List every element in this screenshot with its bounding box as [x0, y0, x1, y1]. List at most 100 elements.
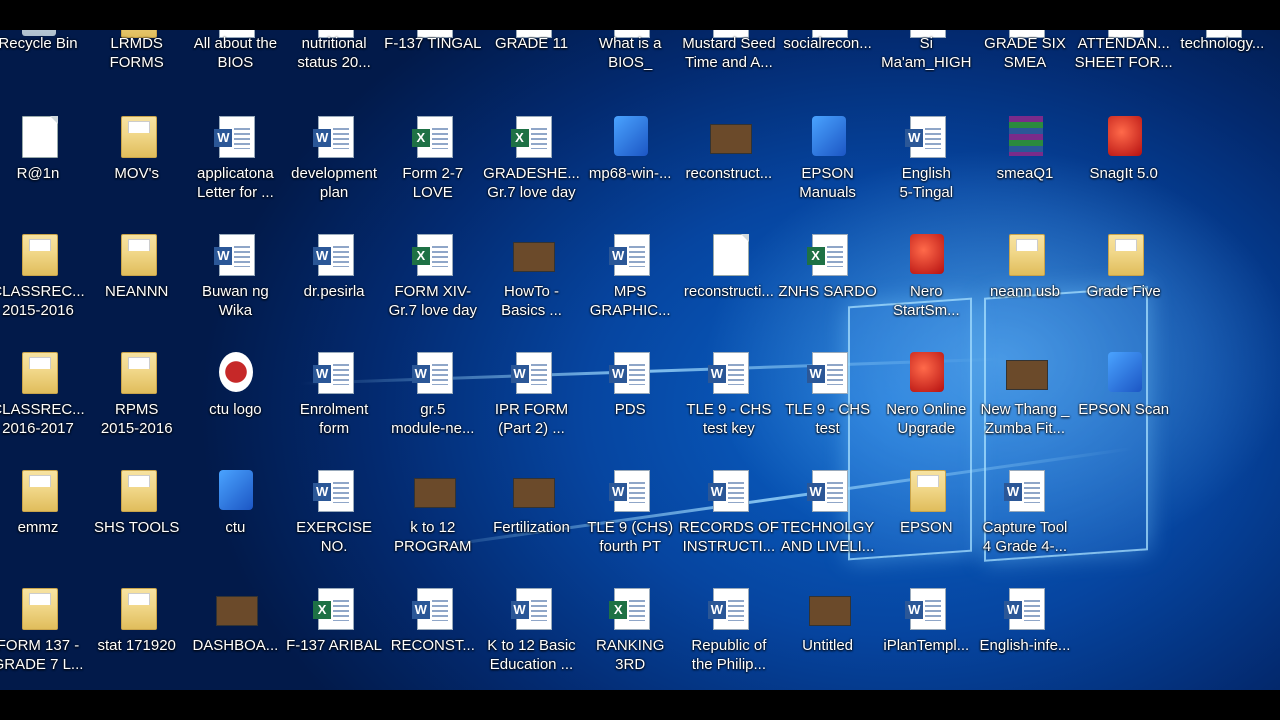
desktop-icon[interactable]: FORM 137 - GRADE 7 L...	[0, 588, 87, 690]
desktop-icon[interactable]: Wtechnology...	[1173, 30, 1271, 132]
word-doc-icon: W	[806, 470, 848, 512]
folder-icon	[1009, 234, 1045, 276]
desktop-icon[interactable]: W TLE 9 - CHS test	[779, 352, 877, 462]
desktop-icon[interactable]: W RECORDS OF INSTRUCTI...	[679, 470, 779, 580]
desktop-icon-label: ctu	[225, 519, 246, 536]
desktop-icon[interactable]: stat 171920	[88, 588, 186, 690]
desktop-icon[interactable]: CLASSREC... 2015-2016	[0, 234, 87, 344]
desktop-icon[interactable]: Wgr.5 module-ne...	[384, 352, 482, 462]
desktop-icon-label: English 5-Tingal	[899, 165, 954, 201]
excel-sheet-icon: X	[510, 116, 552, 158]
desktop-icon[interactable]: X RANKING 3RD	[581, 588, 679, 690]
desktop-icon[interactable]: NEANNN	[88, 234, 186, 344]
desktop-icon[interactable]: SnagIt 5.0	[1075, 116, 1173, 226]
desktop-icon-label: dr.pesirla	[303, 283, 365, 300]
desktop-icon[interactable]: EPSON Scan	[1075, 352, 1173, 462]
desktop-icon[interactable]: W Enrolment form	[285, 352, 383, 462]
desktop-icon[interactable]: EPSON Manuals	[779, 116, 877, 226]
image-file-icon	[512, 478, 555, 508]
desktop-icon-label: All about the BIOS	[193, 35, 278, 71]
logo-image-icon	[219, 352, 254, 392]
desktop-icon[interactable]: CLASSREC... 2016-2017	[0, 352, 87, 462]
desktop-icon[interactable]: W English 5-Tingal	[877, 116, 975, 226]
desktop-icon[interactable]: Fertilization	[483, 470, 581, 580]
desktop-icon-label: TLE 9 (CHS) fourth PT	[587, 519, 674, 555]
desktop-icon[interactable]: Wdevelopment plan	[285, 116, 383, 226]
desktop-icon[interactable]: W Buwan ng Wika	[186, 234, 284, 344]
word-doc-icon: W	[214, 116, 256, 158]
desktop-icon[interactable]: EPSON	[877, 470, 975, 580]
desktop-icon[interactable]: MOV's	[88, 116, 186, 226]
desktop-icon[interactable]: W Capture Tool 4 Grade 4-...	[976, 470, 1074, 580]
folder-icon	[120, 352, 157, 394]
desktop-icon[interactable]: smeaQ1	[976, 116, 1074, 226]
desktop-icon[interactable]: W TLE 9 (CHS) fourth PT	[581, 470, 679, 580]
desktop-icon[interactable]: Wdr.pesirla	[285, 234, 383, 344]
desktop-icon[interactable]: W English-infe...	[976, 588, 1074, 690]
desktop-icon[interactable]: RPMS 2015-2016	[88, 352, 186, 462]
desktop-icon[interactable]: HowTo - Basics ...	[483, 234, 581, 344]
desktop-icon[interactable]: emmz	[0, 470, 87, 580]
desktop-icon-label: SHS TOOLS	[94, 519, 180, 536]
desktop-icon-label: TECHNOLGY AND LIVELI...	[780, 519, 875, 555]
desktop-icon[interactable]: Grade Five	[1075, 234, 1173, 344]
desktop-icon[interactable]: DASHBOA...	[186, 588, 284, 690]
desktop-icon-label: Untitled	[802, 637, 854, 654]
desktop-icon[interactable]: W MPS GRAPHIC...	[581, 234, 679, 344]
folder-icon	[22, 234, 58, 276]
desktop-icon[interactable]: W PDS	[581, 352, 679, 462]
desktop-icon-label: Recycle Bin	[0, 35, 78, 52]
desktop-icon[interactable]: reconstructi...	[680, 234, 778, 344]
desktop-icon-label: Buwan ng Wika	[202, 283, 269, 319]
desktop-icon[interactable]: mp68-win-...	[581, 116, 679, 226]
desktop-icon[interactable]: W TECHNOLGY AND LIVELI...	[779, 470, 877, 580]
desktop-icon[interactable]: X F-137 ARIBAL	[285, 588, 383, 690]
desktop-icon-label: emmz	[17, 519, 59, 536]
desktop-background: Recycle Bin LRMDS FORMS W All about the BIO…	[0, 30, 1280, 690]
desktop-icon[interactable]: R@1n	[0, 116, 87, 226]
desktop-icon[interactable]: W Republic of the Philip...	[680, 588, 778, 690]
desktop-icon-label: GRADE 11	[494, 35, 569, 52]
app-icon	[1107, 116, 1142, 156]
desktop-icon[interactable]: W RECONST...	[384, 588, 482, 690]
desktop-icon[interactable]: Nero Online Upgrade	[877, 352, 975, 462]
desktop-icon[interactable]: ctu	[186, 470, 284, 580]
desktop-icon[interactable]: W EXERCISE NO. 5	[285, 470, 383, 580]
word-doc-icon: W	[214, 234, 256, 276]
word-doc-icon: W	[609, 470, 651, 512]
folder-icon	[22, 352, 58, 394]
desktop-icon-label: Nero StartSm...	[892, 283, 960, 319]
desktop-icon[interactable]: Nero StartSm...	[877, 234, 975, 344]
desktop-icon[interactable]: W K to 12 Basic Education ...	[483, 588, 581, 690]
desktop-icon[interactable]: X Form 2-7 LOVE	[384, 116, 482, 226]
desktop-icon-label: MPS GRAPHIC...	[589, 283, 671, 319]
desktop-icon-label: ZNHS SARDO	[778, 283, 877, 300]
desktop-icon[interactable]: W TLE 9 - CHS test key	[680, 352, 778, 462]
image-file-icon	[216, 596, 259, 626]
desktop-icon[interactable]: X FORM XIV- Gr.7 love day	[384, 234, 482, 344]
desktop-icon[interactable]: reconstruct...	[680, 116, 778, 226]
word-doc-icon: W	[609, 352, 651, 394]
desktop-icon-label: stat 171920	[97, 637, 176, 654]
desktop-icon[interactable]: New Thang _ Zumba Fit...	[976, 352, 1074, 462]
desktop-icon-label: development plan	[291, 165, 378, 201]
folder-icon	[22, 588, 58, 630]
desktop-icon[interactable]: ctu logo	[186, 352, 284, 462]
desktop-icon[interactable]: W IPR FORM (Part 2) ...	[483, 352, 581, 462]
desktop-icon[interactable]: k to 12 PROGRAM	[384, 470, 482, 580]
desktop-icon[interactable]: X GRADESHE... Gr.7 love day	[483, 116, 581, 226]
desktop-icon-label: TLE 9 - CHS test	[785, 401, 871, 437]
word-doc-icon: W	[609, 234, 651, 276]
desktop-icon-label: HowTo - Basics ...	[501, 283, 562, 319]
desktop-icon[interactable]: WiPlanTempl...	[877, 588, 975, 690]
word-doc-icon: W	[707, 588, 749, 630]
image-file-icon	[1006, 360, 1048, 390]
desktop-icon[interactable]: Wapplicatona Letter for ...	[186, 116, 284, 226]
desktop-icon[interactable]: X ZNHS SARDO	[778, 234, 877, 344]
excel-sheet-icon: X	[806, 234, 848, 276]
desktop-icon[interactable]: neann usb	[976, 234, 1074, 344]
desktop-icon[interactable]: SHS TOOLS	[88, 470, 186, 580]
desktop-icon-label: EPSON	[900, 519, 953, 536]
word-doc-icon: W	[707, 352, 749, 394]
desktop-icon[interactable]: Untitled	[779, 588, 877, 690]
